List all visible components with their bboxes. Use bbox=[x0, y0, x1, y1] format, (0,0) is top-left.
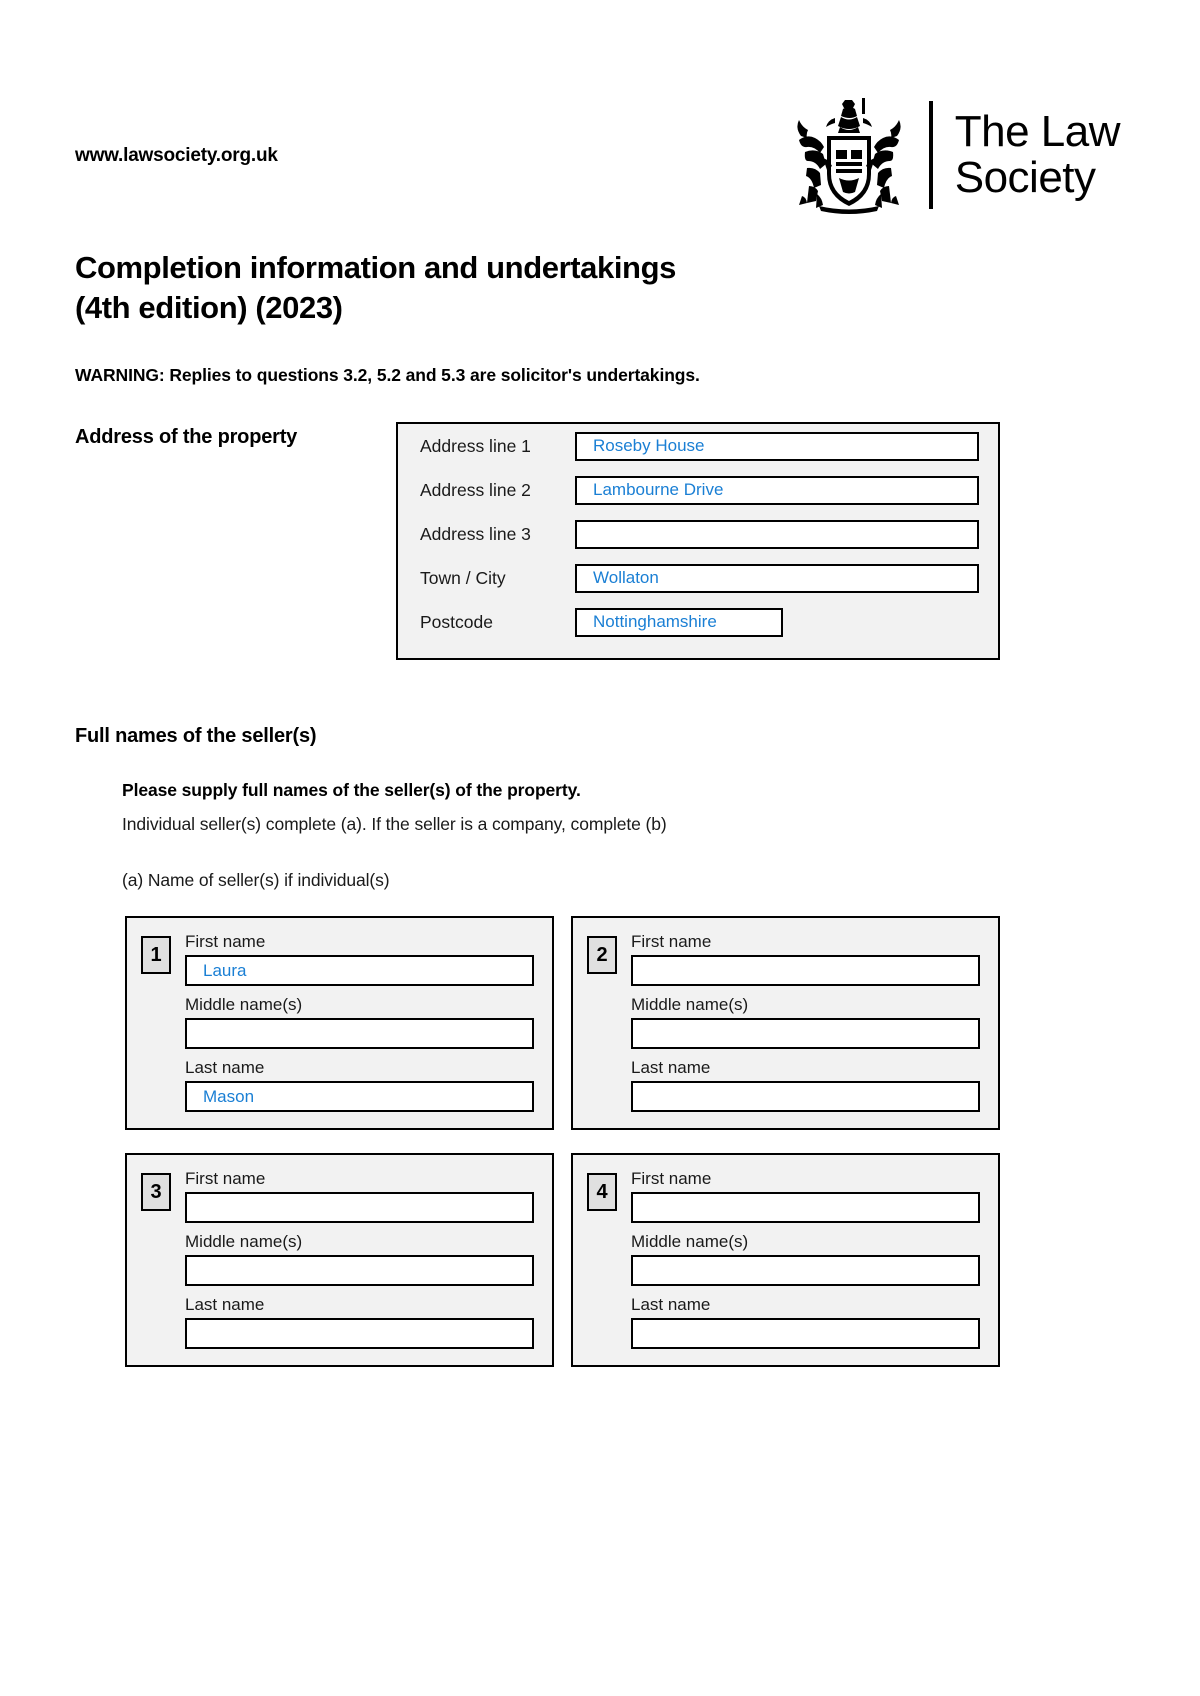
address-row: Postcode Nottinghamshire bbox=[398, 600, 998, 644]
seller-fields: First name Middle name(s) Last name bbox=[631, 932, 980, 1112]
seller-3-first-name-input[interactable] bbox=[185, 1192, 534, 1223]
first-name-label: First name bbox=[631, 932, 712, 951]
seller-box-1: 1 First name Laura Middle name(s) Last n… bbox=[125, 916, 554, 1130]
address-line-3-input[interactable] bbox=[575, 519, 979, 549]
middle-name-label: Middle name(s) bbox=[631, 995, 749, 1014]
town-city-label: Town / City bbox=[420, 567, 506, 588]
seller-1-middle-names-input[interactable] bbox=[185, 1018, 534, 1049]
first-name-label: First name bbox=[185, 1169, 266, 1188]
postcode-input[interactable]: Nottinghamshire bbox=[575, 607, 783, 637]
address-line-2-label: Address line 2 bbox=[420, 479, 531, 500]
address-row: Address line 1 Roseby House bbox=[398, 424, 998, 468]
site-url: www.lawsociety.org.uk bbox=[75, 145, 278, 166]
seller-3-middle-names-input[interactable] bbox=[185, 1255, 534, 1286]
law-society-coat-of-arms-icon bbox=[783, 96, 915, 214]
address-row: Address line 2 Lambourne Drive bbox=[398, 468, 998, 512]
seller-number-badge: 2 bbox=[587, 936, 617, 974]
seller-3-last-name-input[interactable] bbox=[185, 1318, 534, 1349]
page-title: Completion information and undertakings … bbox=[75, 250, 676, 325]
seller-4-last-name-input[interactable] bbox=[631, 1318, 980, 1349]
seller-1-last-name-input[interactable]: Mason bbox=[185, 1081, 534, 1112]
document-page: www.lawsociety.org.uk The Law Society Co… bbox=[0, 0, 1200, 1696]
address-line-2-input[interactable]: Lambourne Drive bbox=[575, 475, 979, 505]
address-row: Address line 3 bbox=[398, 512, 998, 556]
first-name-label: First name bbox=[631, 1169, 712, 1188]
seller-2-first-name-input[interactable] bbox=[631, 955, 980, 986]
address-line-1-label: Address line 1 bbox=[420, 435, 531, 456]
address-line-1-input[interactable]: Roseby House bbox=[575, 431, 979, 461]
sellers-instruction: Individual seller(s) complete (a). If th… bbox=[122, 814, 667, 834]
seller-1-first-name-input[interactable]: Laura bbox=[185, 955, 534, 986]
address-panel: Address line 1 Roseby House Address line… bbox=[396, 422, 1000, 660]
seller-number-badge: 1 bbox=[141, 936, 171, 974]
seller-fields: First name Laura Middle name(s) Last nam… bbox=[185, 932, 534, 1112]
address-section-heading: Address of the property bbox=[75, 426, 298, 448]
seller-box-4: 4 First name Middle name(s) Last name bbox=[571, 1153, 1000, 1367]
law-society-branding: The Law Society bbox=[783, 95, 1121, 215]
sellers-row: 1 First name Laura Middle name(s) Last n… bbox=[125, 916, 1000, 1130]
middle-name-label: Middle name(s) bbox=[185, 1232, 303, 1251]
seller-fields: First name Middle name(s) Last name bbox=[631, 1169, 980, 1349]
seller-box-3: 3 First name Middle name(s) Last name bbox=[125, 1153, 554, 1367]
last-name-label: Last name bbox=[631, 1295, 711, 1314]
address-line-3-label: Address line 3 bbox=[420, 523, 531, 544]
seller-number-badge: 3 bbox=[141, 1173, 171, 1211]
seller-4-middle-names-input[interactable] bbox=[631, 1255, 980, 1286]
postcode-label: Postcode bbox=[420, 611, 493, 632]
sellers-grid: 1 First name Laura Middle name(s) Last n… bbox=[125, 916, 1000, 1390]
seller-number-badge: 4 bbox=[587, 1173, 617, 1211]
last-name-label: Last name bbox=[631, 1058, 711, 1077]
seller-4-first-name-input[interactable] bbox=[631, 1192, 980, 1223]
seller-2-last-name-input[interactable] bbox=[631, 1081, 980, 1112]
sellers-subheading: (a) Name of seller(s) if individual(s) bbox=[122, 870, 390, 890]
town-city-input[interactable]: Wollaton bbox=[575, 563, 979, 593]
sellers-instruction-bold: Please supply full names of the seller(s… bbox=[122, 780, 581, 800]
middle-name-label: Middle name(s) bbox=[185, 995, 303, 1014]
page-header: www.lawsociety.org.uk The Law Society bbox=[75, 95, 1121, 225]
brand-divider bbox=[928, 101, 933, 209]
sellers-row: 3 First name Middle name(s) Last name 4 … bbox=[125, 1153, 1000, 1367]
sellers-section-heading: Full names of the seller(s) bbox=[75, 725, 317, 747]
address-row: Town / City Wollaton bbox=[398, 556, 998, 600]
middle-name-label: Middle name(s) bbox=[631, 1232, 749, 1251]
seller-box-2: 2 First name Middle name(s) Last name bbox=[571, 916, 1000, 1130]
last-name-label: Last name bbox=[185, 1058, 265, 1077]
first-name-label: First name bbox=[185, 932, 266, 951]
seller-2-middle-names-input[interactable] bbox=[631, 1018, 980, 1049]
warning-text: WARNING: Replies to questions 3.2, 5.2 a… bbox=[75, 365, 700, 385]
brand-wordmark: The Law Society bbox=[954, 107, 1121, 202]
last-name-label: Last name bbox=[185, 1295, 265, 1314]
seller-fields: First name Middle name(s) Last name bbox=[185, 1169, 534, 1349]
